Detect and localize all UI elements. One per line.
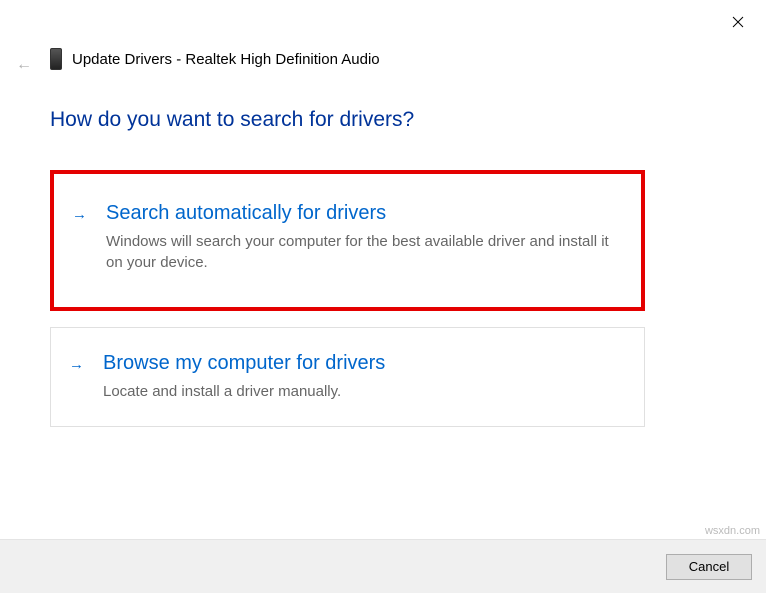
option-desc: Windows will search your computer for th… [106, 231, 619, 273]
back-button[interactable]: ← [16, 56, 32, 74]
wizard-question: How do you want to search for drivers? [50, 108, 414, 132]
option-desc: Locate and install a driver manually. [103, 381, 622, 402]
wizard-title: Update Drivers - Realtek High Definition… [72, 51, 380, 68]
option-search-automatically[interactable]: → Search automatically for drivers Windo… [50, 170, 645, 311]
cancel-button[interactable]: Cancel [666, 554, 752, 580]
arrow-right-icon: → [72, 206, 87, 223]
arrow-right-icon: → [69, 356, 84, 373]
wizard-header: Update Drivers - Realtek High Definition… [50, 48, 380, 70]
wizard-footer: Cancel [0, 539, 766, 593]
close-button[interactable] [728, 12, 748, 32]
option-title: Browse my computer for drivers [103, 352, 622, 375]
option-list: → Search automatically for drivers Windo… [50, 170, 645, 427]
watermark: wsxdn.com [705, 525, 760, 537]
option-browse-computer[interactable]: → Browse my computer for drivers Locate … [50, 327, 645, 427]
option-title: Search automatically for drivers [106, 202, 619, 225]
device-icon [50, 48, 62, 70]
